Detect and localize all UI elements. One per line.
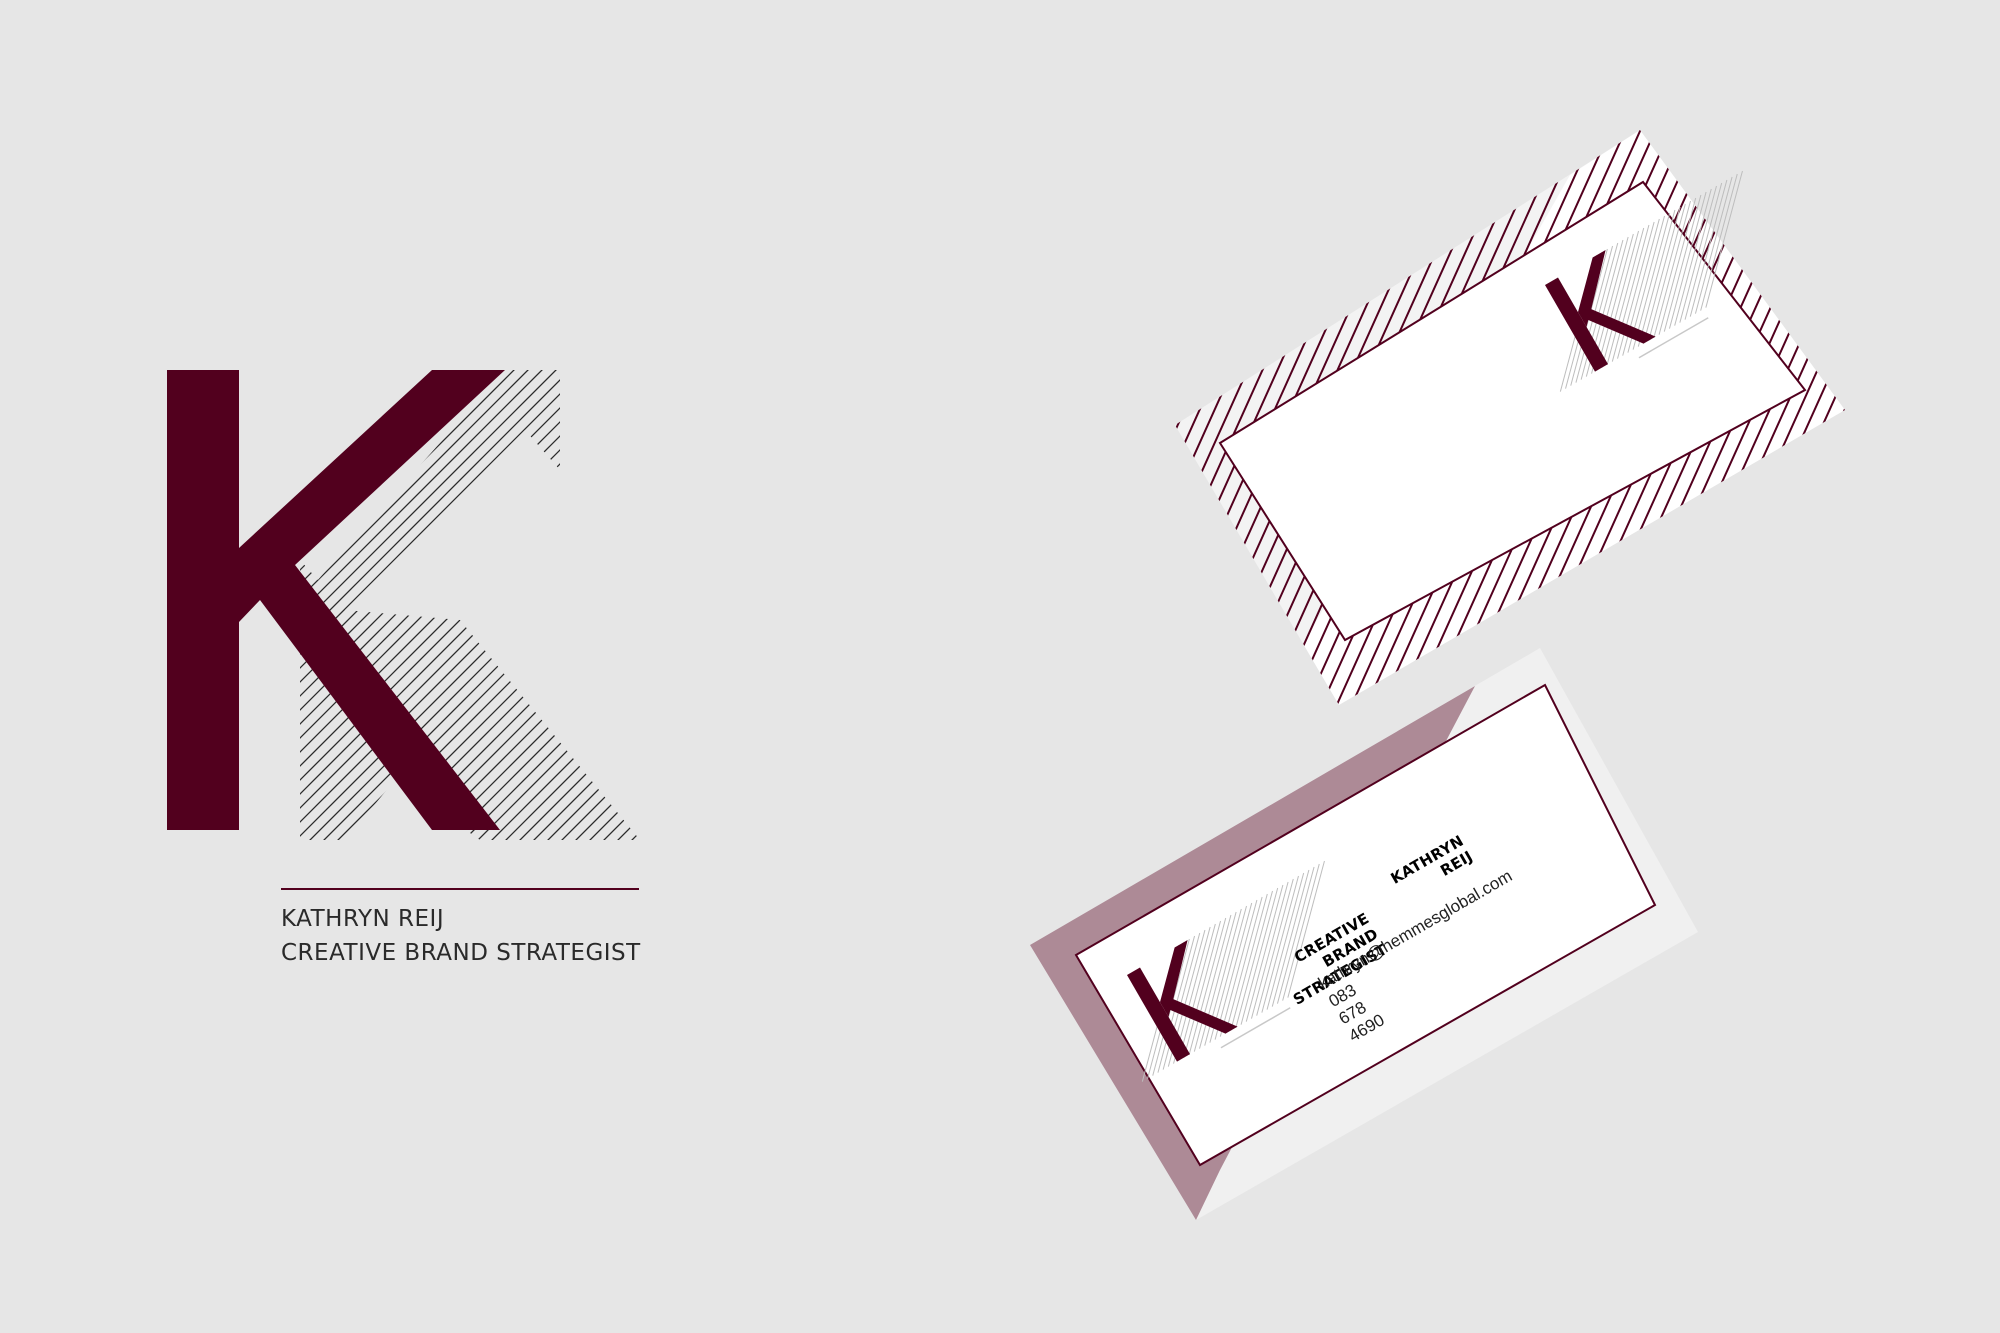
- hatch-line: [1824, 130, 1845, 705]
- hatch-line: [1870, 120, 2000, 720]
- hatch-line: [1839, 130, 1845, 705]
- hatch-line: [1885, 120, 2000, 720]
- hatch-line: [1900, 120, 2000, 720]
- business-card-back: [1030, 120, 2000, 1220]
- hatch-line: [1809, 130, 1845, 705]
- hatch-line: [1855, 120, 2000, 720]
